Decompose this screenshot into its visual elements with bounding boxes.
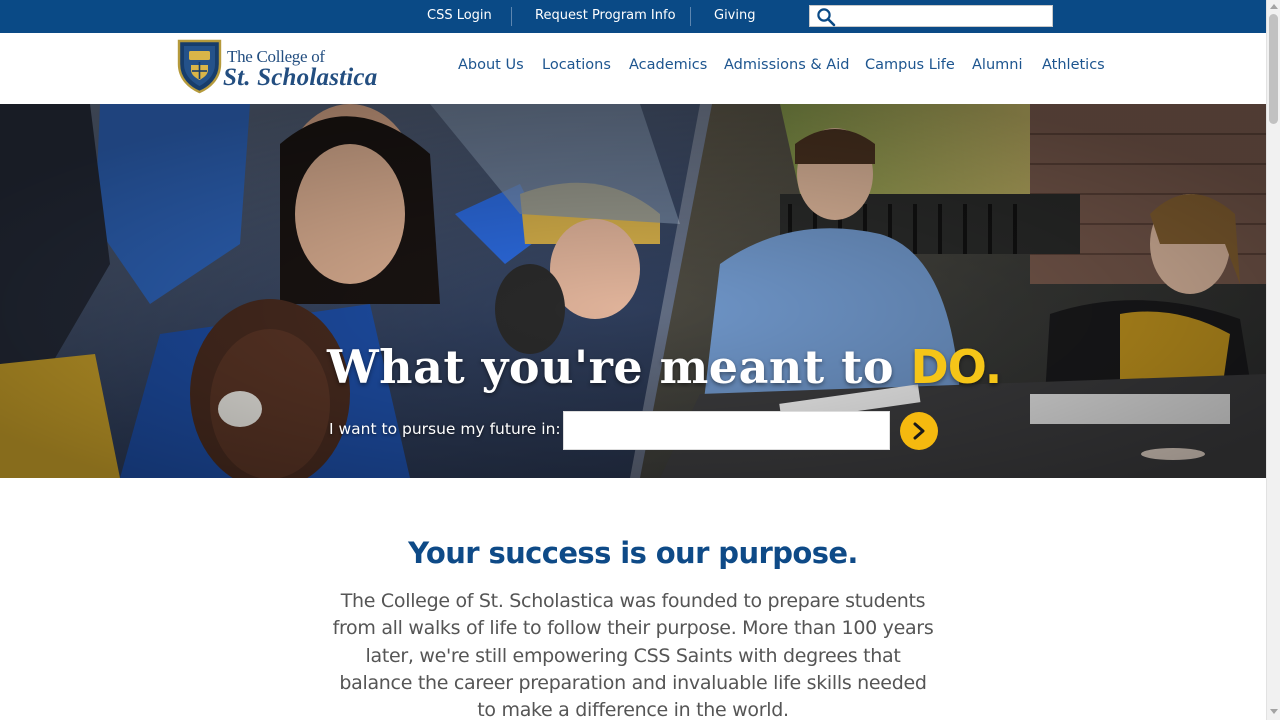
request-program-info-link[interactable]: Request Program Info <box>535 8 676 23</box>
site-header: The College of St. Scholastica About Us … <box>0 33 1266 104</box>
nav-campus-life[interactable]: Campus Life <box>865 57 955 73</box>
page-scrollbar[interactable] <box>1266 0 1280 720</box>
search-input[interactable] <box>838 7 1048 25</box>
chevron-right-icon <box>913 422 925 440</box>
css-login-link[interactable]: CSS Login <box>427 8 492 23</box>
scroll-thumb[interactable] <box>1269 14 1278 124</box>
site-search[interactable] <box>809 5 1053 27</box>
utility-divider <box>690 7 691 26</box>
nav-academics[interactable]: Academics <box>629 57 707 73</box>
logo-text-line2: St. Scholastica <box>223 64 378 91</box>
nav-locations[interactable]: Locations <box>542 57 611 73</box>
nav-alumni[interactable]: Alumni <box>972 57 1022 73</box>
hero-heading-accent: DO. <box>910 340 1003 394</box>
nav-about-us[interactable]: About Us <box>458 57 524 73</box>
intro-paragraph: The College of St. Scholastica was found… <box>332 590 934 720</box>
crest-icon <box>177 39 222 94</box>
college-logo[interactable]: The College of St. Scholastica <box>176 38 391 98</box>
hero-banner: What you're meant to DO. I want to pursu… <box>0 104 1266 478</box>
scroll-up-arrow-icon[interactable] <box>1270 4 1278 9</box>
future-prompt-label: I want to pursue my future in: <box>329 420 561 438</box>
giving-link[interactable]: Giving <box>714 8 755 23</box>
hero-heading: What you're meant to DO. <box>327 340 1003 394</box>
program-search-input[interactable] <box>563 411 890 450</box>
intro-heading: Your success is our purpose. <box>408 536 858 570</box>
utility-bar: CSS Login Request Program Info Giving <box>0 0 1266 33</box>
utility-divider <box>511 7 512 26</box>
nav-athletics[interactable]: Athletics <box>1042 57 1105 73</box>
hero-heading-main: What you're meant to <box>327 340 911 394</box>
search-icon[interactable] <box>816 7 836 27</box>
program-search-submit-button[interactable] <box>900 412 938 450</box>
nav-admissions-aid[interactable]: Admissions & Aid <box>724 57 849 73</box>
scroll-down-arrow-icon[interactable] <box>1270 709 1278 714</box>
